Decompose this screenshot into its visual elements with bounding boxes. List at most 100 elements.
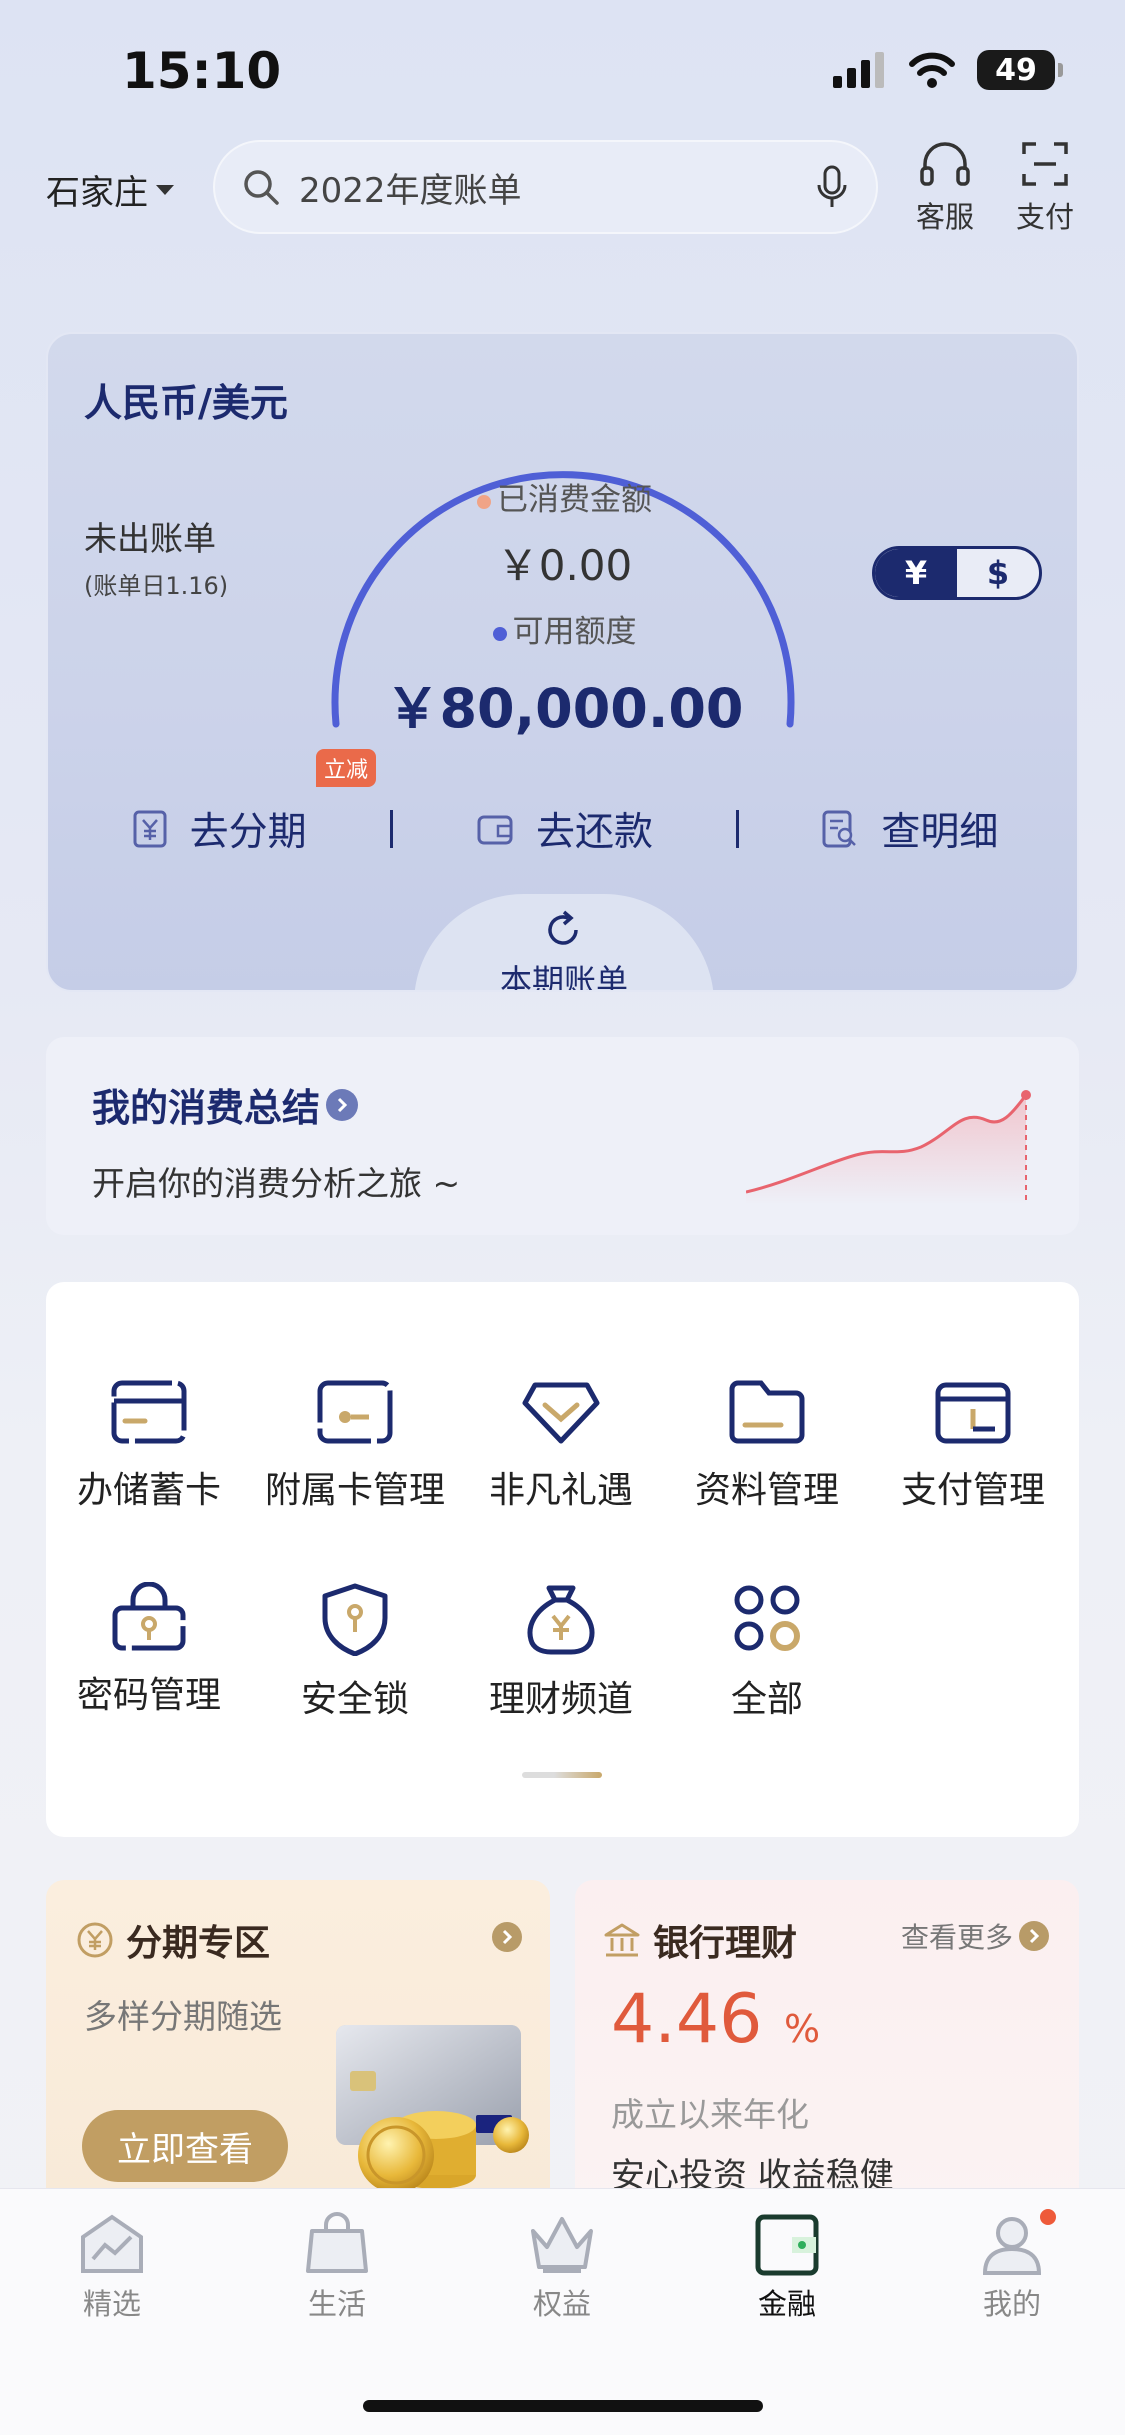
tab-life[interactable]: 生活 [272, 2211, 402, 2323]
tab-label: 精选 [82, 2287, 141, 2321]
grid-label: 资料管理 [694, 1470, 839, 1511]
tab-label: 金融 [757, 2287, 816, 2321]
bank-icon [604, 1923, 640, 1957]
installment-zone-card[interactable]: 分期专区 多样分期随选 立即查看 [46, 1880, 550, 2210]
pay-button[interactable]: 支付 [1000, 140, 1090, 236]
currency-title: 人民币/美元 [84, 381, 288, 425]
installment-action[interactable]: 去分期 [48, 801, 390, 857]
grid-label: 安全锁 [300, 1679, 409, 1720]
wifi-icon [909, 52, 955, 88]
card-icon [111, 1380, 187, 1444]
search-icon [244, 170, 279, 205]
crown-icon [531, 2217, 593, 2273]
wallet-icon [935, 1382, 1011, 1444]
lock-icon [112, 1582, 186, 1651]
tab-featured[interactable]: 精选 [47, 2211, 177, 2323]
sub-card-item[interactable]: 附属卡管理 [252, 1377, 458, 1513]
profile-management-item[interactable]: 资料管理 [664, 1377, 870, 1513]
currency-toggle[interactable]: ¥ $ [872, 546, 1042, 600]
search-bar[interactable]: 2022年度账单 [213, 140, 878, 234]
quick-services-card: 办储蓄卡 附属卡管理 非凡礼遇 资料管理 支付管理 密码管理 安全锁 理财频道 … [46, 1282, 1079, 1837]
tab-finance[interactable]: 金融 [722, 2211, 852, 2323]
grid-circles-icon [734, 1585, 800, 1651]
diamond-icon [522, 1382, 600, 1444]
grid-label: 非凡礼遇 [488, 1470, 633, 1511]
tab-label: 生活 [307, 2287, 366, 2321]
tab-label: 我的 [982, 2287, 1041, 2321]
tab-rights[interactable]: 权益 [497, 2211, 627, 2323]
bottom-tab-bar: 精选 生活 权益 金融 我的 [0, 2188, 1125, 2435]
tab-mine[interactable]: 我的 [947, 2211, 1077, 2323]
card-actions: 去分期 去还款 查明细 [48, 789, 1077, 869]
spent-label-text: 已消费金额 [497, 482, 652, 518]
summary-subtitle: 开启你的消费分析之旅 ~ [92, 1164, 461, 1203]
wealth-title: 银行理财 [603, 1914, 797, 1966]
wallet-icon [477, 815, 513, 845]
yen-coin-icon [77, 1922, 113, 1958]
page-indicator [522, 1772, 602, 1778]
search-input[interactable]: 2022年度账单 [299, 163, 814, 212]
security-lock-item[interactable]: 安全锁 [252, 1582, 458, 1722]
summary-title-text: 我的消费总结 [92, 1086, 321, 1130]
usd-option[interactable]: $ [957, 549, 1039, 597]
status-time: 15:10 [122, 42, 282, 100]
available-label: 可用额度 [48, 606, 1077, 651]
discount-badge: 立减 [316, 749, 377, 787]
view-now-button[interactable]: 立即查看 [82, 2110, 288, 2182]
folder-icon [729, 1380, 805, 1444]
savings-card-item[interactable]: 办储蓄卡 [46, 1377, 252, 1513]
wallet-card-icon [317, 1380, 393, 1444]
yen-doc-icon [133, 810, 167, 848]
wealth-channel-item[interactable]: 理财频道 [458, 1582, 664, 1722]
profile-icon [982, 2217, 1042, 2275]
grid-label: 密码管理 [76, 1675, 221, 1716]
credit-card-coins-illustration [336, 2025, 529, 2193]
installment-label: 去分期 [189, 810, 307, 855]
details-action[interactable]: 查明细 [739, 801, 1077, 857]
cny-option[interactable]: ¥ [875, 549, 957, 597]
payment-management-item[interactable]: 支付管理 [870, 1377, 1076, 1513]
annual-rate: 4.46 % [611, 1980, 820, 2059]
available-value: ￥80,000.00 [385, 677, 744, 740]
summary-title[interactable]: 我的消费总结 [92, 1077, 359, 1132]
city-label: 石家庄 [46, 173, 148, 213]
spent-label: 已消费金额 [48, 474, 1077, 519]
current-bill-tab[interactable]: 本期账单 [414, 894, 714, 992]
annual-rate-value: 4.46 [611, 1980, 763, 2059]
grid-label: 附属卡管理 [264, 1470, 445, 1511]
chevron-right-icon[interactable] [492, 1922, 522, 1952]
repay-label: 去还款 [535, 810, 653, 855]
rate-label: 成立以来年化 [611, 2095, 809, 2134]
details-label: 查明细 [881, 810, 999, 855]
installment-title-text: 分期专区 [126, 1923, 271, 1964]
spending-summary-card[interactable]: 我的消费总结 开启你的消费分析之旅 ~ [46, 1037, 1079, 1235]
view-more-label: 查看更多 [900, 1921, 1013, 1954]
spent-dot [477, 494, 491, 509]
credit-card-panel: 人民币/美元 未出账单 (账单日1.16) 已消费金额 ￥0.00 可用额度 ￥… [46, 332, 1079, 992]
headset-icon [920, 142, 970, 186]
notification-dot [1040, 2209, 1056, 2225]
all-services-item[interactable]: 全部 [664, 1582, 870, 1722]
refresh-icon [548, 910, 578, 945]
installment-title: 分期专区 [76, 1914, 270, 1966]
repay-action[interactable]: 去还款 [393, 801, 735, 857]
trend-illustration [746, 1090, 1031, 1205]
chevron-right-icon [326, 1088, 359, 1121]
money-bag-icon [527, 1585, 595, 1655]
tab-label: 权益 [532, 2287, 591, 2321]
pay-label: 支付 [1015, 200, 1074, 234]
bank-wealth-card[interactable]: 银行理财 查看更多 4.46 % 成立以来年化 安心投资 收益稳健 [575, 1880, 1079, 2210]
privilege-item[interactable]: 非凡礼遇 [458, 1377, 664, 1513]
city-selector[interactable]: 石家庄 [46, 165, 174, 214]
microphone-icon[interactable] [814, 165, 850, 209]
annual-rate-unit: % [784, 2007, 821, 2051]
customer-service-label: 客服 [915, 200, 974, 234]
grid-label: 支付管理 [900, 1470, 1045, 1511]
current-bill-label: 本期账单 [499, 962, 628, 992]
customer-service-button[interactable]: 客服 [900, 140, 990, 236]
password-management-item[interactable]: 密码管理 [46, 1582, 252, 1718]
wealth-title-text: 银行理财 [653, 1923, 798, 1964]
view-more-link[interactable]: 查看更多 [901, 1916, 1049, 1956]
grid-label: 全部 [730, 1679, 803, 1720]
signal-icon [833, 52, 884, 88]
